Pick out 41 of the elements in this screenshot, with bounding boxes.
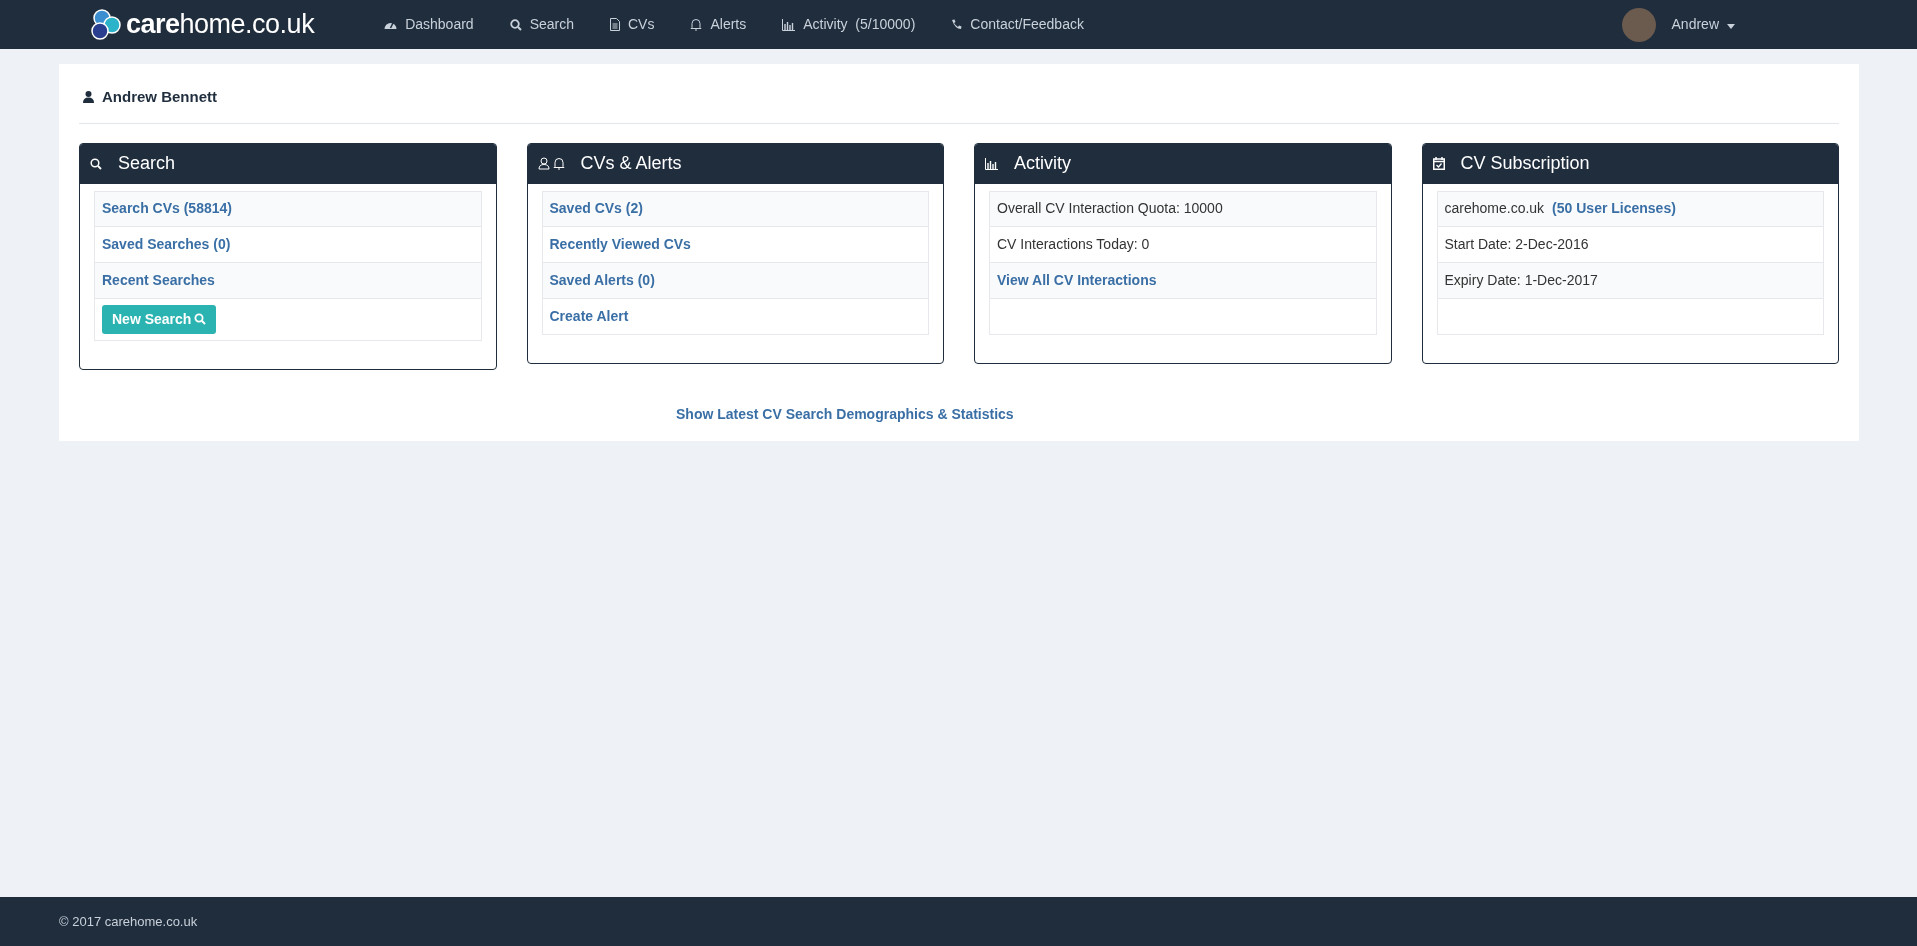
info-text: Expiry Date: 1-Dec-2017 [1444, 270, 1598, 290]
info-text: Start Date: 2-Dec-2016 [1444, 234, 1589, 254]
nav-link[interactable]: Contact/Feedback [951, 14, 1084, 35]
search-icon [194, 313, 207, 325]
bar-chart-icon [782, 18, 796, 31]
brand-logo-text[interactable]: carehome.co.uk [126, 4, 315, 45]
list-link[interactable]: Create Alert [549, 305, 629, 327]
card-title: Activity [1014, 152, 1071, 175]
calendar-check-icon [1432, 157, 1445, 170]
site-name-text: carehome.co.uk [1444, 199, 1545, 218]
nav-link[interactable]: Activity (5/10000) [782, 14, 916, 35]
list-link[interactable]: Saved CVs (2) [549, 198, 643, 219]
nav-link[interactable]: Dashboard [384, 14, 474, 35]
caret-icon [1727, 24, 1735, 29]
list-link[interactable]: Saved Alerts (0) [549, 269, 655, 291]
logo-circles-icon [90, 8, 122, 41]
card-title: CV Subscription [1460, 152, 1590, 175]
bell-icon [690, 18, 703, 31]
licenses-link[interactable]: (50 User Licenses) [1552, 198, 1676, 219]
phone-icon [951, 19, 963, 30]
list-link[interactable]: Search CVs (58814) [102, 198, 232, 219]
nav-link[interactable]: Search [509, 14, 574, 35]
nav-link[interactable]: CVs [610, 14, 655, 35]
card-title: CVs & Alerts [580, 152, 682, 175]
stats-link[interactable]: Show Latest CV Search Demographics & Statistics [676, 403, 1014, 425]
person-and-bell-icon [537, 157, 565, 170]
avatar[interactable] [1621, 7, 1656, 42]
document-icon [610, 18, 620, 31]
copyright-text: © 2017 carehome.co.uk [59, 912, 198, 931]
list-link[interactable]: Saved Searches (0) [102, 233, 231, 255]
info-text: CV Interactions Today: 0 [997, 234, 1150, 254]
list-link[interactable]: Recent Searches [102, 269, 215, 291]
person-icon [83, 91, 94, 104]
info-text: Overall CV Interaction Quota: 10000 [997, 199, 1223, 218]
bar-chart-icon [985, 157, 998, 170]
card-title: Search [118, 152, 176, 175]
search-icon [509, 18, 522, 31]
search-icon [90, 157, 102, 170]
nav-link[interactable]: Alerts [690, 14, 747, 35]
user-menu[interactable]: Andrew [1671, 14, 1735, 35]
profile-name: Andrew Bennett [102, 87, 217, 107]
